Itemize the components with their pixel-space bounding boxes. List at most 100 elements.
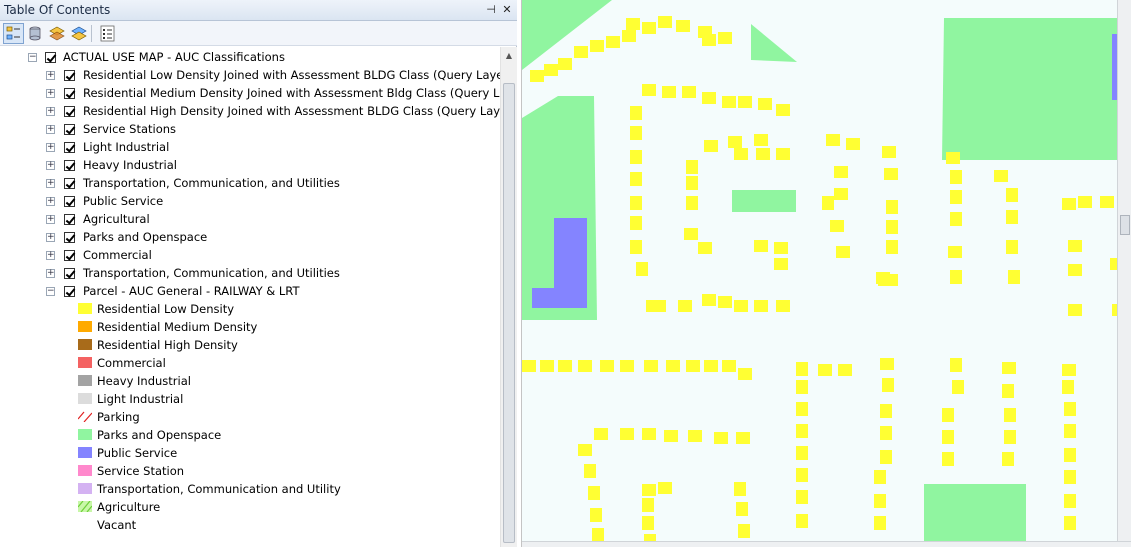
layer-row[interactable]: + Transportation, Communication, and Uti…	[0, 174, 500, 192]
layer-label[interactable]: Light Industrial	[83, 138, 169, 156]
toc-vertical-scrollbar[interactable]: ▲	[500, 47, 517, 547]
legend-label: Residential High Density	[97, 338, 238, 352]
legend-item: Agriculture	[0, 498, 500, 516]
expand-icon[interactable]: +	[46, 233, 55, 242]
layers-icon	[49, 26, 65, 41]
layer-row[interactable]: + Residential High Density Joined with A…	[0, 102, 500, 120]
layer-visibility-checkbox[interactable]	[64, 70, 75, 81]
expand-icon[interactable]: +	[46, 161, 55, 170]
layer-visibility-checkbox[interactable]	[64, 286, 75, 297]
layer-visibility-checkbox[interactable]	[64, 142, 75, 153]
legend-swatch	[78, 447, 92, 458]
layer-visibility-checkbox[interactable]	[64, 160, 75, 171]
layer-row[interactable]: + Transportation, Communication, and Uti…	[0, 264, 500, 282]
layer-row[interactable]: + Parks and Openspace	[0, 228, 500, 246]
layer-tree: − ACTUAL USE MAP - AUC Classifications +…	[0, 47, 500, 547]
layer-row[interactable]: + Light Industrial	[0, 138, 500, 156]
layer-row[interactable]: + Residential Low Density Joined with As…	[0, 66, 500, 84]
expand-icon[interactable]: +	[46, 125, 55, 134]
layer-visibility-checkbox[interactable]	[64, 196, 75, 207]
layer-label[interactable]: Heavy Industrial	[83, 156, 177, 174]
map-view[interactable]	[521, 0, 1131, 547]
map-canvas[interactable]	[522, 0, 1131, 547]
legend-item: Light Industrial	[0, 390, 500, 408]
legend-swatch	[78, 375, 92, 386]
expand-icon[interactable]: +	[46, 143, 55, 152]
layer-label[interactable]: Transportation, Communication, and Utili…	[83, 174, 340, 192]
layer-label[interactable]: Public Service	[83, 192, 163, 210]
park-area	[751, 24, 797, 62]
layer-row[interactable]: + Service Stations	[0, 120, 500, 138]
legend-item: Residential Low Density	[0, 300, 500, 318]
expand-icon[interactable]: +	[46, 179, 55, 188]
toc-title-bar: Table Of Contents ⊣ ✕	[0, 0, 517, 21]
parking-hatch-swatch	[78, 411, 92, 422]
scroll-up-icon[interactable]: ▲	[503, 50, 515, 62]
layer-row[interactable]: + Agricultural	[0, 210, 500, 228]
layer-visibility-checkbox[interactable]	[64, 88, 75, 99]
layer-visibility-checkbox[interactable]	[64, 106, 75, 117]
layer-label[interactable]: Residential Low Density Joined with Asse…	[83, 66, 500, 84]
layer-label[interactable]: Parcel - AUC General - RAILWAY & LRT	[83, 282, 299, 300]
layer-visibility-checkbox[interactable]	[64, 268, 75, 279]
layer-label[interactable]: Residential Medium Density Joined with A…	[83, 84, 500, 102]
options-button[interactable]	[97, 23, 118, 44]
legend-label: Residential Medium Density	[97, 320, 258, 334]
scrollbar-thumb[interactable]	[503, 83, 515, 543]
layer-row[interactable]: + Heavy Industrial	[0, 156, 500, 174]
drawing-order-icon	[6, 26, 20, 40]
expand-icon[interactable]: +	[46, 197, 55, 206]
layer-row[interactable]: + Public Service	[0, 192, 500, 210]
expand-icon[interactable]: +	[46, 269, 55, 278]
pin-icon[interactable]: ⊣	[484, 3, 498, 17]
layer-row[interactable]: + Residential Medium Density Joined with…	[0, 84, 500, 102]
expand-icon[interactable]: +	[46, 107, 55, 116]
layer-visibility-checkbox[interactable]	[64, 232, 75, 243]
map-horizontal-scrollbar[interactable]	[522, 541, 1131, 547]
layer-visibility-checkbox[interactable]	[64, 250, 75, 261]
layer-label[interactable]: Residential High Density Joined with Ass…	[83, 102, 500, 120]
layer-row-expanded[interactable]: − Parcel - AUC General - RAILWAY & LRT	[0, 282, 500, 300]
list-by-drawing-order-button[interactable]	[3, 23, 24, 44]
layer-group-row[interactable]: − ACTUAL USE MAP - AUC Classifications	[0, 48, 500, 66]
legend-item: Residential Medium Density	[0, 318, 500, 336]
group-visibility-checkbox[interactable]	[45, 52, 56, 63]
legend-swatch	[78, 483, 92, 494]
legend-label: Light Industrial	[97, 392, 184, 406]
legend-label: Agriculture	[97, 500, 161, 514]
legend-label: Service Station	[97, 464, 185, 478]
layer-row[interactable]: + Commercial	[0, 246, 500, 264]
layer-visibility-checkbox[interactable]	[64, 214, 75, 225]
layer-visibility-checkbox[interactable]	[64, 178, 75, 189]
close-icon[interactable]: ✕	[500, 3, 514, 17]
map-vertical-scrollbar[interactable]	[1117, 0, 1131, 547]
legend-item: Parking	[0, 408, 500, 426]
toc-toolbar	[0, 21, 517, 46]
layer-group-label[interactable]: ACTUAL USE MAP - AUC Classifications	[63, 48, 285, 66]
legend-label: Parking	[97, 410, 140, 424]
list-by-visibility-button[interactable]	[47, 23, 68, 44]
layer-label[interactable]: Service Stations	[83, 120, 176, 138]
map-scrollbar-thumb[interactable]	[1120, 215, 1130, 235]
collapse-icon[interactable]: −	[28, 53, 37, 62]
legend-swatch	[78, 429, 92, 440]
layer-label[interactable]: Transportation, Communication, and Utili…	[83, 264, 340, 282]
layer-label[interactable]: Parks and Openspace	[83, 228, 207, 246]
expand-icon[interactable]: +	[46, 89, 55, 98]
legend-label: Heavy Industrial	[97, 374, 191, 388]
list-by-source-button[interactable]	[25, 23, 46, 44]
legend-item: Vacant	[0, 516, 500, 534]
collapse-icon[interactable]: −	[46, 287, 55, 296]
park-area	[942, 18, 1118, 160]
legend-item: Residential High Density	[0, 336, 500, 354]
layer-label[interactable]: Agricultural	[83, 210, 150, 228]
legend-label: Commercial	[97, 356, 166, 370]
legend-swatch	[78, 465, 92, 476]
expand-icon[interactable]: +	[46, 215, 55, 224]
layer-label[interactable]: Commercial	[83, 246, 152, 264]
legend-swatch	[78, 303, 92, 314]
expand-icon[interactable]: +	[46, 251, 55, 260]
list-by-selection-button[interactable]	[69, 23, 90, 44]
expand-icon[interactable]: +	[46, 71, 55, 80]
layer-visibility-checkbox[interactable]	[64, 124, 75, 135]
